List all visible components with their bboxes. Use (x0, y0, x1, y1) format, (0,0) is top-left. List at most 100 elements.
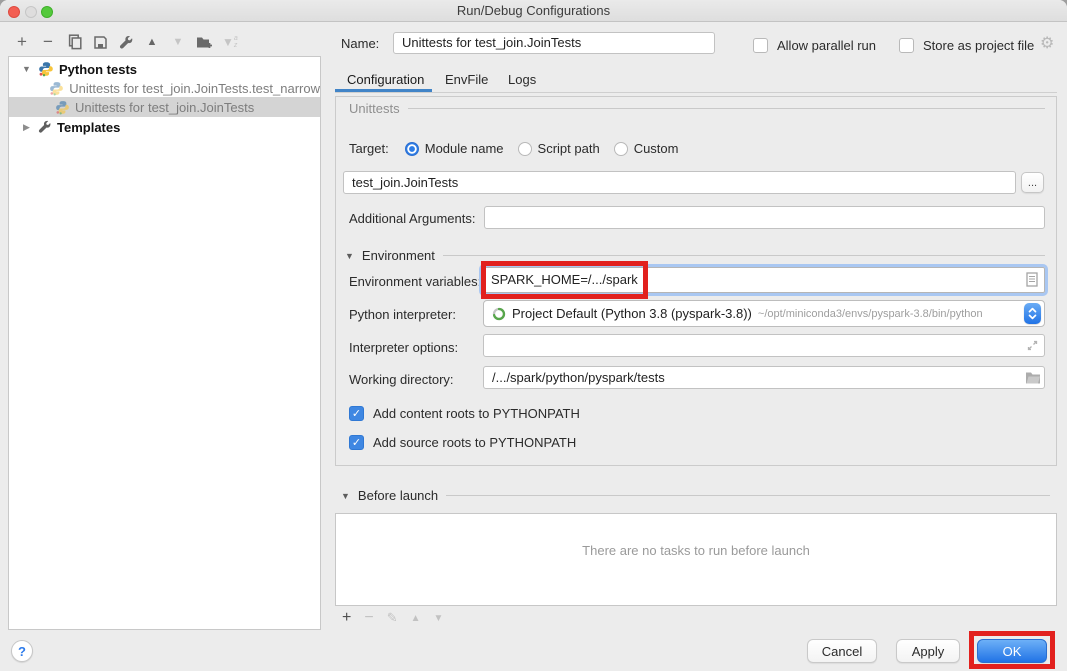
before-launch-empty-message: There are no tasks to run before launch (335, 543, 1057, 558)
before-launch-toolbar: + − ✎ ▲ ▼ (342, 609, 443, 627)
radio-custom-label: Custom (634, 141, 679, 156)
add-source-roots-row: ✓ Add source roots to PYTHONPATH (349, 434, 576, 450)
tree-item-python-tests[interactable]: ▼ Python tests (9, 59, 320, 79)
cancel-button[interactable]: Cancel (807, 639, 877, 663)
conda-environment-icon (492, 307, 506, 321)
configurations-toolbar: + − ▲ ▼ ▼ az (14, 32, 238, 52)
store-as-project-file-checkbox[interactable] (899, 38, 914, 53)
move-down-button[interactable]: ▼ (170, 33, 186, 51)
tab-envfile[interactable]: EnvFile (445, 72, 488, 87)
tree-item-label: Unittests for test_join.JoinTests.test_n… (69, 81, 320, 96)
minimize-window-button[interactable] (25, 6, 37, 18)
add-task-button[interactable]: + (342, 609, 351, 627)
separator-line (446, 495, 1050, 496)
environment-variables-field-focus-ring: SPARK_HOME=/.../spark (479, 264, 1048, 296)
allow-parallel-run-label: Allow parallel run (777, 38, 876, 53)
folder-icon[interactable] (1025, 371, 1041, 384)
env-variables-list-icon[interactable] (1026, 272, 1038, 287)
add-content-roots-checkbox[interactable]: ✓ (349, 406, 364, 421)
help-button[interactable]: ? (11, 640, 33, 662)
add-content-roots-row: ✓ Add content roots to PYTHONPATH (349, 405, 580, 421)
environment-section-header: ▼ Environment (345, 248, 1045, 263)
separator-line (408, 108, 1045, 109)
python-tests-icon (38, 61, 54, 77)
move-task-down-icon[interactable]: ▼ (434, 613, 444, 624)
active-tab-underline (335, 89, 432, 92)
expanded-arrow-icon[interactable]: ▼ (21, 64, 32, 74)
ok-button[interactable]: OK (977, 639, 1047, 663)
templates-wrench-icon (38, 120, 52, 134)
edit-templates-wrench-icon[interactable] (118, 33, 134, 51)
title-bar: Run/Debug Configurations (0, 0, 1067, 22)
environment-variables-input[interactable]: SPARK_HOME=/.../spark (482, 267, 1045, 293)
name-label: Name: (341, 36, 379, 51)
add-configuration-button[interactable]: + (14, 33, 30, 51)
unittests-section-title: Unittests (349, 101, 400, 116)
tree-item-label: Unittests for test_join.JoinTests (75, 100, 254, 115)
store-as-project-file-row: Store as project file (899, 37, 1034, 53)
zoom-window-button[interactable] (41, 6, 53, 18)
additional-arguments-label: Additional Arguments: (349, 211, 475, 226)
browse-module-button[interactable]: ... (1021, 172, 1044, 193)
run-debug-configurations-window: Run/Debug Configurations + − ▲ ▼ ▼ az ▼ (0, 0, 1067, 671)
interpreter-options-input[interactable] (483, 334, 1045, 357)
python-test-icon (49, 81, 64, 96)
module-name-input[interactable]: test_join.JoinTests (343, 171, 1016, 194)
move-task-up-icon[interactable]: ▲ (411, 613, 421, 624)
collapse-before-launch-icon[interactable]: ▼ (341, 491, 350, 501)
radio-script-path-label: Script path (538, 141, 600, 156)
environment-section-title: Environment (362, 248, 435, 263)
python-interpreter-value: Project Default (Python 3.8 (pyspark-3.8… (512, 306, 752, 321)
move-up-button[interactable]: ▲ (144, 33, 160, 51)
interpreter-options-label: Interpreter options: (349, 340, 458, 355)
before-launch-section-header: ▼ Before launch (341, 488, 1050, 503)
add-content-roots-label: Add content roots to PYTHONPATH (373, 406, 580, 421)
target-row: Target: Module name Script path Custom (349, 140, 678, 157)
python-interpreter-select[interactable]: Project Default (Python 3.8 (pyspark-3.8… (483, 300, 1045, 327)
tree-item-label: Templates (57, 120, 120, 135)
additional-arguments-input[interactable] (484, 206, 1045, 229)
remove-task-button[interactable]: − (364, 609, 373, 627)
tree-item-templates[interactable]: ▶ Templates (9, 117, 320, 137)
radio-module-name-label: Module name (425, 141, 504, 156)
tree-item-jointests-selected[interactable]: Unittests for test_join.JoinTests (9, 97, 320, 117)
unittests-section-header: Unittests (349, 101, 1045, 116)
before-launch-task-list[interactable] (335, 513, 1057, 606)
remove-configuration-button[interactable]: − (40, 33, 56, 51)
working-directory-label: Working directory: (349, 372, 454, 387)
python-interpreter-path: ~/opt/miniconda3/envs/pyspark-3.8/bin/py… (758, 308, 983, 320)
allow-parallel-run-row: Allow parallel run (753, 37, 876, 53)
gear-icon[interactable]: ⚙ (1040, 33, 1054, 53)
tab-logs[interactable]: Logs (508, 72, 536, 87)
expand-field-icon[interactable] (1026, 339, 1039, 352)
radio-custom[interactable] (614, 142, 628, 156)
separator-line (443, 255, 1045, 256)
radio-module-name[interactable] (405, 142, 419, 156)
close-window-button[interactable] (8, 6, 20, 18)
tabs-divider (335, 92, 1057, 93)
tab-configuration[interactable]: Configuration (347, 72, 424, 87)
working-directory-input[interactable]: /.../spark/python/pyspark/tests (483, 366, 1045, 389)
python-test-icon (55, 100, 70, 115)
configurations-tree: ▼ Python tests Unittests for test_join.J… (8, 56, 321, 630)
sort-configurations-icon[interactable]: ▼ az (222, 35, 238, 49)
edit-task-pencil-icon[interactable]: ✎ (387, 610, 398, 626)
collapsed-arrow-icon[interactable]: ▶ (21, 122, 32, 133)
python-interpreter-label: Python interpreter: (349, 307, 456, 322)
collapse-environment-icon[interactable]: ▼ (345, 251, 354, 261)
allow-parallel-run-checkbox[interactable] (753, 38, 768, 53)
add-source-roots-checkbox[interactable]: ✓ (349, 435, 364, 450)
add-source-roots-label: Add source roots to PYTHONPATH (373, 435, 576, 450)
save-configuration-icon[interactable] (92, 33, 108, 51)
copy-configuration-icon[interactable] (66, 33, 82, 51)
environment-variables-label: Environment variables: (349, 274, 481, 289)
before-launch-section-title: Before launch (358, 488, 438, 503)
window-title: Run/Debug Configurations (0, 0, 1067, 22)
new-folder-icon[interactable] (196, 33, 212, 51)
radio-script-path[interactable] (518, 142, 532, 156)
tree-item-label: Python tests (59, 62, 137, 77)
name-input[interactable]: Unittests for test_join.JoinTests (393, 32, 715, 54)
apply-button[interactable]: Apply (896, 639, 960, 663)
tree-item-test-narrow[interactable]: Unittests for test_join.JoinTests.test_n… (9, 78, 320, 98)
interpreter-dropdown-stepper[interactable] (1024, 303, 1041, 324)
